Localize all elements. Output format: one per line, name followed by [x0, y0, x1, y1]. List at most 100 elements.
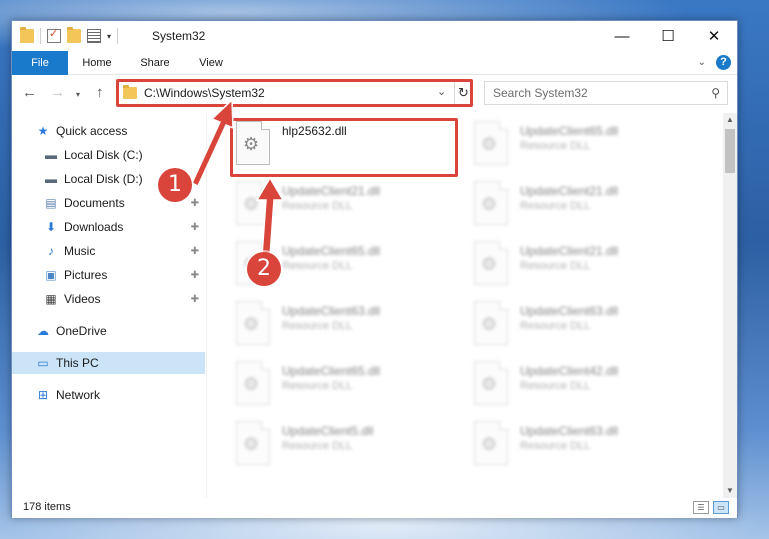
gear-icon: ⚙ [481, 134, 498, 154]
properties-check-icon[interactable] [47, 27, 61, 43]
network-icon: ⊞ [37, 388, 49, 402]
recent-locations-dropdown-icon[interactable]: ▾ [76, 90, 80, 99]
sidebar-item-onedrive[interactable]: ☁ OneDrive [36, 320, 205, 342]
tab-home[interactable]: Home [74, 51, 120, 75]
file-tile[interactable]: ⚙ UpdateClient65.dll Resource DLL [236, 361, 456, 415]
file-type: Resource DLL [282, 200, 353, 212]
new-folder-icon[interactable] [67, 27, 81, 43]
pin-icon[interactable]: ✚ [191, 270, 199, 281]
dll-file-icon: ⚙ [474, 241, 508, 285]
file-tile[interactable]: ⚙ UpdateClient63.dll Resource DLL [474, 301, 694, 355]
file-name: UpdateClient42.dll [520, 364, 619, 378]
back-arrow-icon[interactable]: ← [22, 84, 37, 101]
dll-file-icon: ⚙ [236, 361, 270, 405]
view-toggle: ☰ ▭ [693, 501, 729, 514]
up-arrow-icon[interactable]: ↑ [96, 84, 104, 101]
close-button[interactable]: ✕ [691, 21, 737, 51]
file-tile[interactable]: ⚙ UpdateClient5.dll Resource DLL [236, 421, 456, 475]
file-type: Resource DLL [282, 380, 353, 392]
file-name: UpdateClient65.dll [520, 124, 619, 138]
sidebar-item-label: Local Disk (C:) [64, 148, 143, 162]
pictures-icon: ▣ [45, 268, 57, 282]
scroll-up-icon[interactable]: ▲ [723, 113, 737, 127]
dll-file-icon: ⚙ [474, 181, 508, 225]
cloud-icon: ☁ [37, 324, 49, 338]
details-view-icon[interactable]: ☰ [693, 501, 709, 514]
file-type: Resource DLL [520, 380, 591, 392]
file-tile[interactable]: ⚙ UpdateClient21.dll Resource DLL [474, 181, 694, 235]
file-tile[interactable]: ⚙ UpdateClient21.dll Resource DLL [236, 181, 456, 235]
file-type: Resource DLL [520, 200, 591, 212]
sidebar-item-quick-access[interactable]: ★ Quick access [36, 120, 205, 142]
pin-icon[interactable]: ✚ [191, 198, 199, 209]
large-icons-view-icon[interactable]: ▭ [713, 501, 729, 514]
gear-icon: ⚙ [243, 194, 260, 214]
search-placeholder[interactable]: Search System32 [493, 86, 588, 100]
file-tile[interactable]: ⚙ UpdateClient21.dll Resource DLL [474, 241, 694, 295]
title-bar: ▾ System32 — ☐ ✕ [12, 21, 737, 51]
sidebar-item-this-pc[interactable]: ▭ This PC [12, 352, 205, 374]
file-type: Resource DLL [520, 320, 591, 332]
file-highlight [230, 118, 458, 177]
tab-file[interactable]: File [12, 51, 68, 75]
pin-icon[interactable]: ✚ [191, 222, 199, 233]
downloads-icon: ⬇ [45, 220, 57, 234]
sidebar-item-label: This PC [56, 356, 99, 370]
dll-file-icon: ⚙ [474, 121, 508, 165]
tab-view[interactable]: View [188, 51, 234, 75]
gear-icon: ⚙ [243, 314, 260, 334]
help-icon[interactable]: ? [716, 55, 731, 70]
gear-icon: ⚙ [481, 374, 498, 394]
sidebar-item-local-disk-c[interactable]: ▬ Local Disk (C:) [44, 144, 205, 166]
sidebar-item-videos[interactable]: ▦ Videos ✚ [44, 288, 205, 310]
gear-icon: ⚙ [481, 254, 498, 274]
search-icon[interactable]: ⚲ [711, 86, 720, 100]
file-name: UpdateClient65.dll [282, 364, 381, 378]
vertical-scrollbar[interactable]: ▲ ▼ [723, 113, 737, 498]
properties-list-icon[interactable] [87, 29, 101, 43]
file-explorer-window: ▾ System32 — ☐ ✕ File Home Share View ⌄ … [11, 20, 738, 518]
toolbar-divider [40, 28, 41, 44]
pin-icon[interactable]: ✚ [191, 294, 199, 305]
file-name: UpdateClient21.dll [520, 244, 619, 258]
ribbon-right-controls: ⌄ ? [698, 55, 731, 70]
drive-icon: ▬ [45, 148, 57, 162]
tab-share[interactable]: Share [132, 51, 178, 75]
dll-file-icon: ⚙ [236, 421, 270, 465]
pin-icon[interactable]: ✚ [191, 246, 199, 257]
sidebar-item-downloads[interactable]: ⬇ Downloads ✚ [44, 216, 205, 238]
file-name: UpdateClient63.dll [520, 304, 619, 318]
dll-file-icon: ⚙ [474, 421, 508, 465]
file-tile[interactable]: ⚙ UpdateClient65.dll Resource DLL [474, 121, 694, 175]
star-icon: ★ [37, 124, 49, 138]
file-type: Resource DLL [282, 260, 353, 272]
scroll-thumb[interactable] [725, 129, 735, 173]
sidebar-item-label: Local Disk (D:) [64, 172, 143, 186]
step-callout-2: 2 [247, 252, 281, 286]
dll-file-icon: ⚙ [236, 181, 270, 225]
item-count: 178 items [23, 501, 71, 513]
maximize-button[interactable]: ☐ [645, 21, 691, 51]
sidebar-item-label: Music [64, 244, 96, 258]
gear-icon: ⚙ [243, 374, 260, 394]
file-tile[interactable]: ⚙ UpdateClient42.dll Resource DLL [474, 361, 694, 415]
forward-arrow-icon[interactable]: → [50, 84, 65, 101]
file-tile[interactable]: ⚙ UpdateClient63.dll Resource DLL [474, 421, 694, 475]
window-title: System32 [152, 29, 206, 43]
scroll-down-icon[interactable]: ▼ [723, 484, 737, 498]
search-box[interactable]: Search System32 ⚲ [484, 81, 728, 105]
drive-icon: ▬ [45, 172, 57, 186]
file-name: UpdateClient63.dll [282, 304, 381, 318]
customize-toolbar-dropdown-icon[interactable]: ▾ [107, 32, 111, 41]
gear-icon: ⚙ [481, 194, 498, 214]
file-tile[interactable]: ⚙ UpdateClient63.dll Resource DLL [236, 301, 456, 355]
file-type: Resource DLL [520, 440, 591, 452]
minimize-button[interactable]: — [599, 21, 645, 51]
sidebar-item-label: Videos [64, 292, 101, 306]
expand-ribbon-chevron-icon[interactable]: ⌄ [698, 57, 706, 68]
sidebar-item-music[interactable]: ♪ Music ✚ [44, 240, 205, 262]
gear-icon: ⚙ [481, 434, 498, 454]
file-name: UpdateClient63.dll [520, 424, 619, 438]
sidebar-item-network[interactable]: ⊞ Network [36, 384, 205, 406]
sidebar-item-pictures[interactable]: ▣ Pictures ✚ [44, 264, 205, 286]
